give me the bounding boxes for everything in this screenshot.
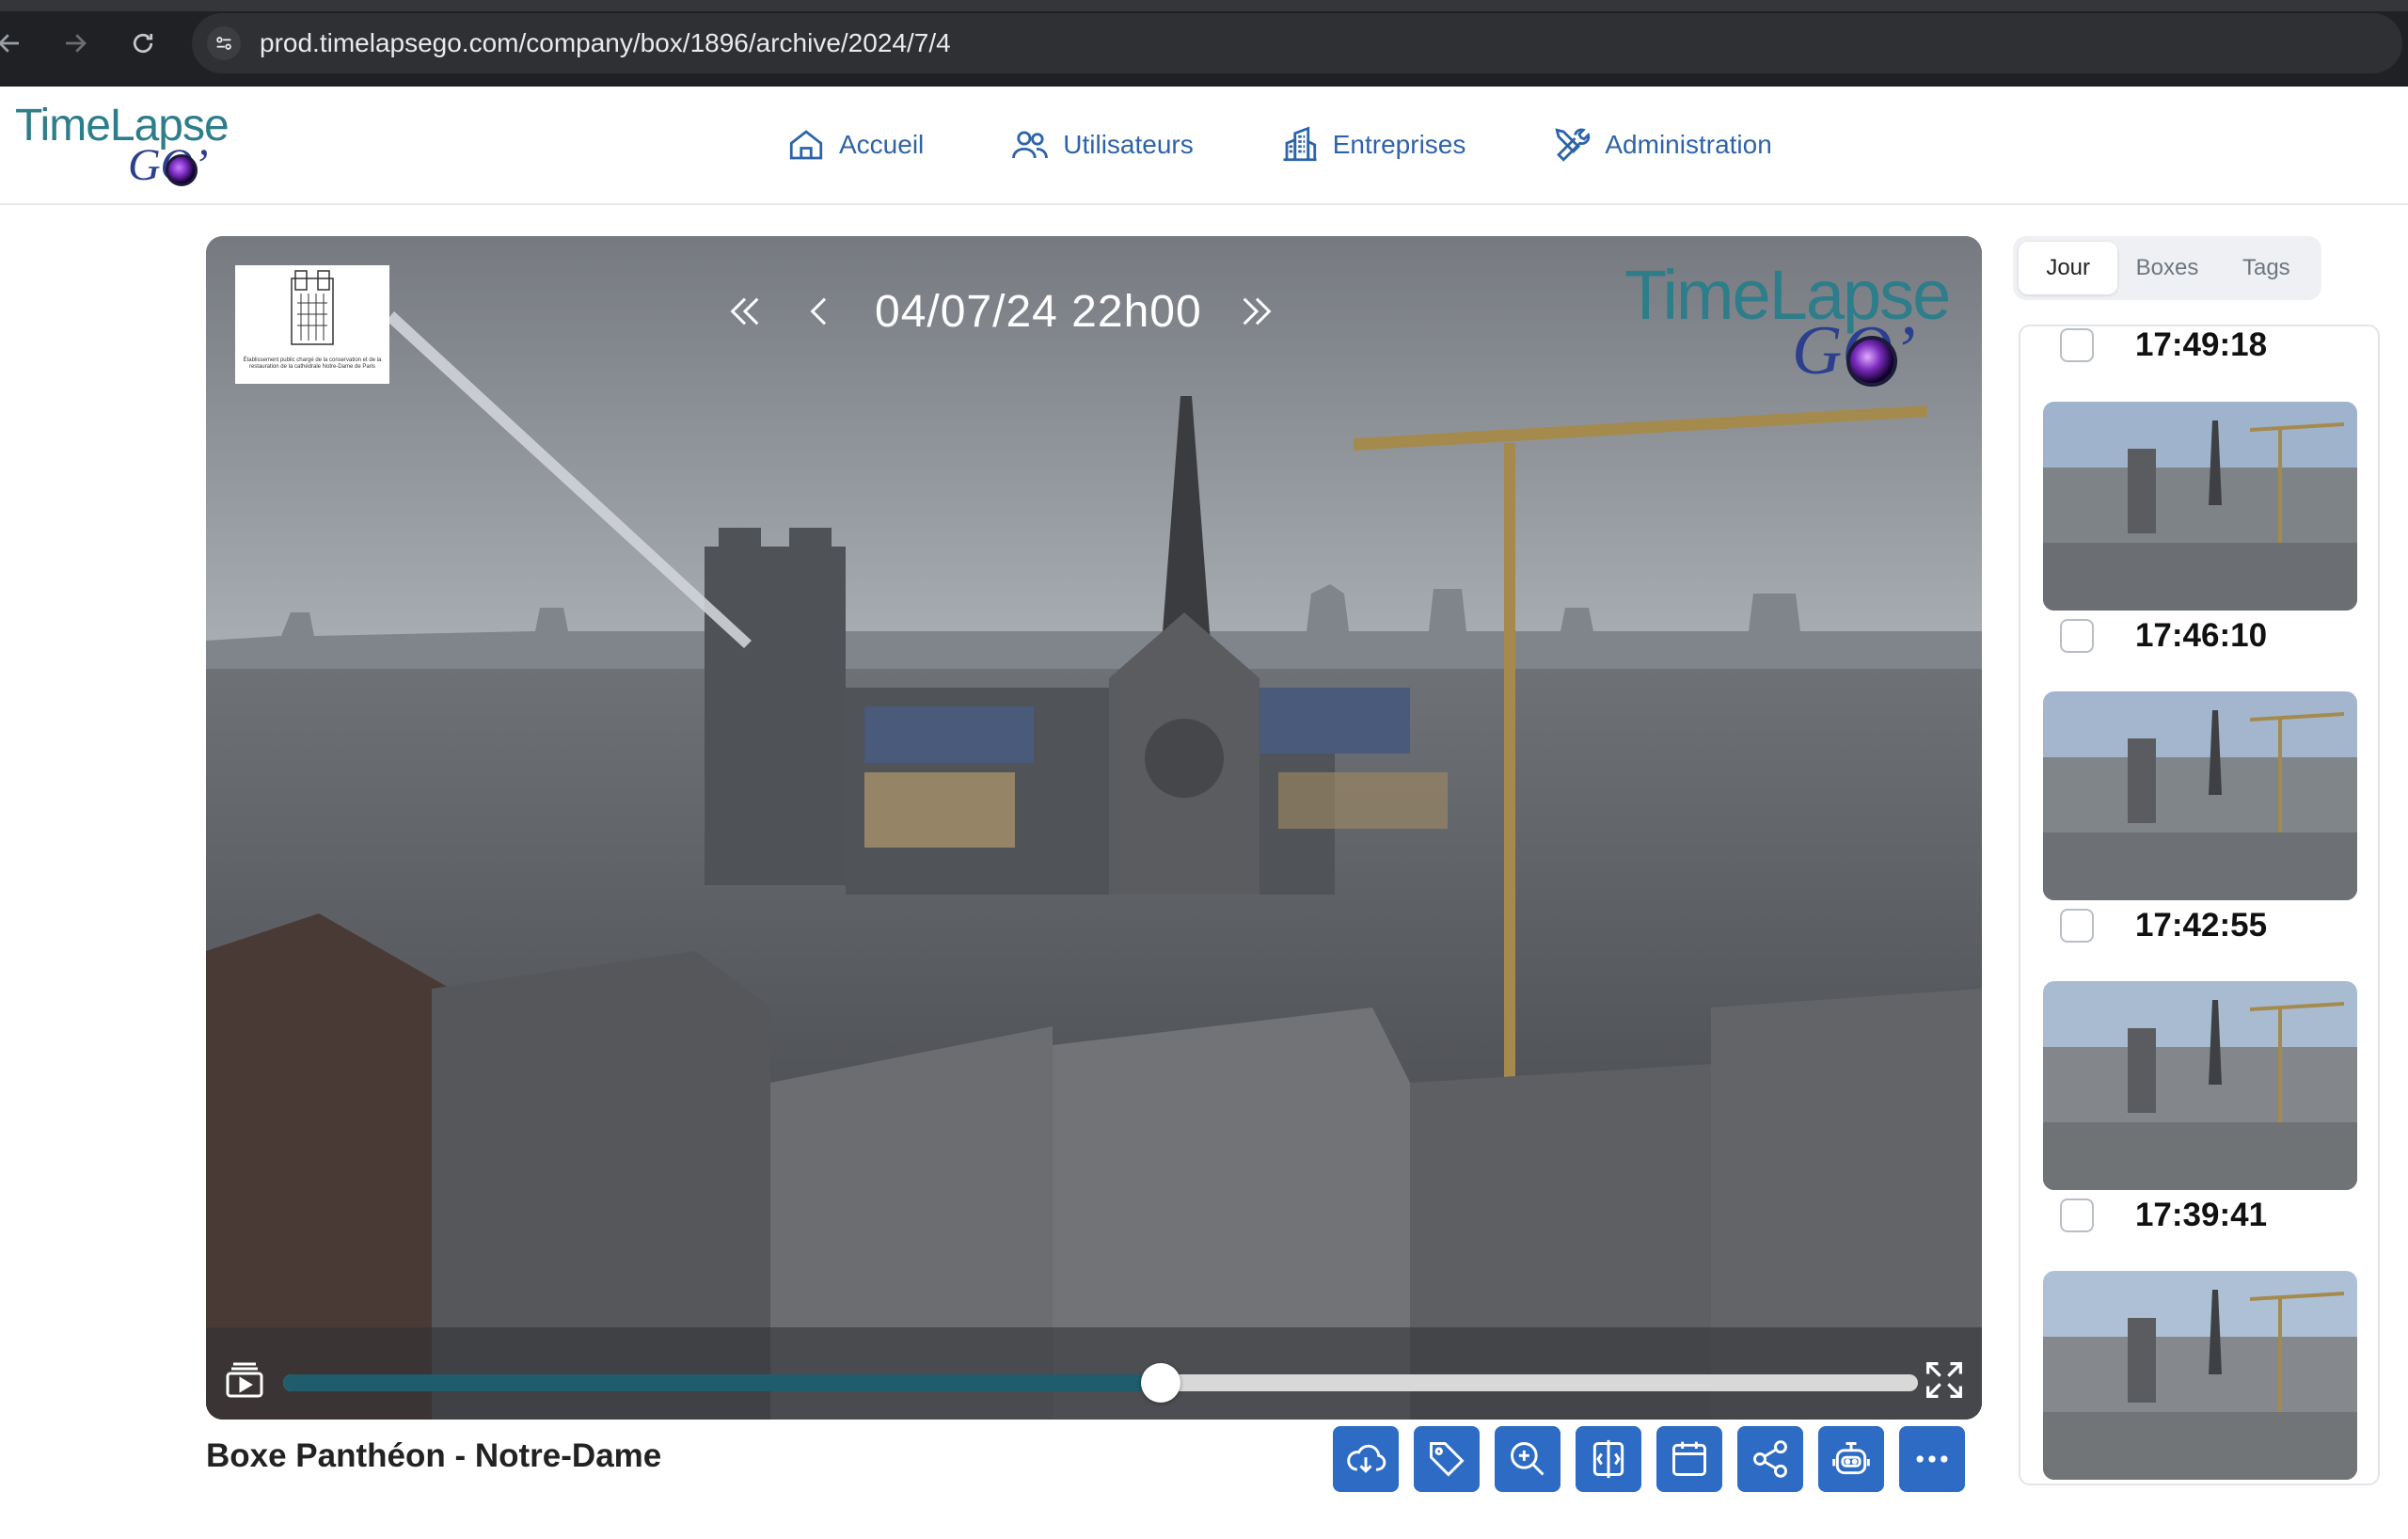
cathedral-emblem-icon [291, 270, 334, 345]
zoom-button[interactable] [1495, 1426, 1560, 1492]
thumbnail-image[interactable] [2043, 981, 2357, 1190]
timelapse-watermark: TimeLapse GO’ [1624, 255, 1963, 389]
back-icon[interactable] [0, 21, 32, 66]
site-info-icon[interactable] [207, 26, 241, 60]
more-icon [1916, 1455, 1948, 1463]
compare-button[interactable] [1576, 1426, 1641, 1492]
download-cloud-icon [1347, 1444, 1386, 1473]
camera-lens-icon [1846, 336, 1897, 387]
fullscreen-icon[interactable] [1918, 1354, 1971, 1406]
calendar-icon [1672, 1441, 1706, 1476]
browser-chrome: prod.timelapsego.com/company/box/1896/ar… [0, 0, 2408, 87]
box-title: Boxe Panthéon - Notre-Dame [206, 1437, 662, 1474]
tools-icon [1555, 128, 1591, 162]
list-item[interactable]: 17:39:41 [2020, 981, 2378, 1271]
sidebar-tabs: Jour Boxes Tags [2013, 236, 2321, 300]
timeline-slider[interactable] [283, 1363, 1918, 1403]
double-chevron-left-icon[interactable] [719, 285, 771, 338]
image-viewer[interactable]: Établissement public chargé de la conser… [206, 236, 1982, 1420]
share-icon [1753, 1440, 1787, 1478]
thumbnail-time: 17:42:55 [2134, 907, 2268, 944]
buildings-icon [1283, 126, 1317, 162]
timelapse-image [206, 236, 1982, 1420]
main-nav: Accueil Utilisateurs Entreprises Adminis… [786, 115, 1859, 175]
double-chevron-right-icon[interactable] [1230, 285, 1283, 338]
nav-item-entreprises[interactable]: Entreprises [1280, 125, 1466, 165]
thumbnail-time: 17:49:18 [2134, 326, 2268, 363]
home-icon [789, 130, 823, 160]
current-datetime: 04/07/24 22h00 [875, 286, 1202, 337]
list-item[interactable]: 17:46:10 [2020, 402, 2378, 691]
list-item[interactable]: 17:42:55 [2020, 691, 2378, 981]
chevron-left-icon[interactable] [794, 285, 847, 338]
camera-lens-icon [166, 154, 198, 186]
share-button[interactable] [1737, 1426, 1803, 1492]
download-button[interactable] [1333, 1426, 1399, 1492]
compare-icon [1592, 1439, 1624, 1479]
tab-boxes[interactable]: Boxes [2117, 242, 2216, 294]
nav-label-utilisateurs: Utilisateurs [1063, 130, 1194, 159]
play-slideshow-icon[interactable] [221, 1356, 268, 1403]
users-icon [1012, 131, 1049, 159]
date-navigation: 04/07/24 22h00 [719, 274, 1283, 349]
thumbnail-image[interactable] [2043, 691, 2357, 900]
timelapse-go-logo[interactable]: TimeLapse GO’ [15, 100, 230, 190]
timeline-progress [283, 1374, 1162, 1391]
tag-button[interactable] [1414, 1426, 1480, 1492]
thumbnail-image[interactable] [2043, 402, 2357, 611]
nav-item-accueil[interactable]: Accueil [786, 125, 924, 165]
client-logo: Établissement public chargé de la conser… [235, 265, 389, 384]
forward-icon[interactable] [53, 21, 98, 66]
timeline-thumb[interactable] [1141, 1363, 1181, 1403]
tab-strip [0, 0, 2408, 11]
nav-label-administration: Administration [1605, 130, 1772, 159]
thumbnail-time: 17:46:10 [2134, 617, 2268, 654]
viewer-toolbar [1333, 1426, 1980, 1492]
address-bar[interactable]: prod.timelapsego.com/company/box/1896/ar… [192, 13, 2402, 73]
nav-item-administration[interactable]: Administration [1552, 125, 1772, 165]
tab-tags[interactable]: Tags [2217, 242, 2316, 294]
url-text[interactable]: prod.timelapsego.com/company/box/1896/ar… [260, 28, 951, 58]
more-options-button[interactable] [1899, 1426, 1965, 1492]
list-item[interactable]: 17:49:18 [2020, 326, 2378, 401]
calendar-button[interactable] [1656, 1426, 1722, 1492]
tag-icon [1430, 1442, 1465, 1477]
list-item[interactable] [2020, 1271, 2378, 1483]
reload-icon[interactable] [120, 21, 166, 66]
thumbnail-image[interactable] [2043, 1271, 2357, 1480]
tab-jour[interactable]: Jour [2019, 242, 2118, 294]
nav-item-utilisateurs[interactable]: Utilisateurs [1010, 125, 1194, 165]
ai-assistant-button[interactable] [1818, 1426, 1884, 1492]
app-header: TimeLapse GO’ Accueil Utilisateurs Entre… [0, 87, 2408, 205]
zoom-in-icon [1511, 1442, 1545, 1476]
robot-icon [1832, 1442, 1870, 1475]
thumbnail-list[interactable]: 17:49:18 17:46:10 17:42:55 17:39:41 [2019, 325, 2380, 1485]
nav-label-entreprises: Entreprises [1332, 130, 1466, 159]
nav-label-accueil: Accueil [839, 130, 925, 159]
client-logo-caption: Établissement public chargé de la conser… [243, 357, 382, 370]
thumbnail-time: 17:39:41 [2134, 1197, 2268, 1233]
